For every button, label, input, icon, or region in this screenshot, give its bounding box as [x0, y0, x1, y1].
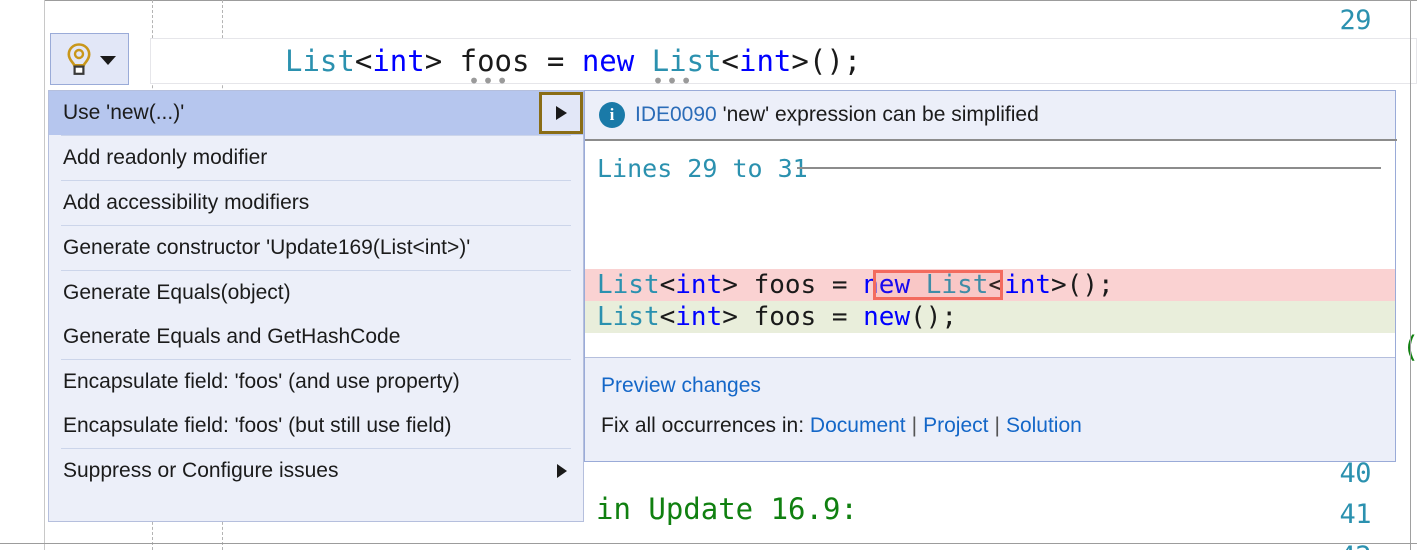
code-token-5: [634, 44, 651, 78]
suggestion-dots-foos[interactable]: •••: [468, 71, 510, 91]
diff-token-plain: <: [659, 302, 676, 332]
menu-item-2[interactable]: Add accessibility modifiers: [49, 181, 583, 225]
lightbulb-icon: [66, 43, 91, 75]
menu-item-label: Generate constructor 'Update169(List<int…: [63, 236, 471, 259]
gutter-divider: [44, 0, 45, 550]
diff-token-plain: ();: [910, 302, 958, 332]
chevron-right-icon: [557, 464, 567, 478]
preview-changes-link[interactable]: Preview changes: [601, 374, 761, 398]
info-icon: i: [599, 102, 625, 128]
diff-token-plain: =: [816, 302, 864, 332]
menu-item-label: Add readonly modifier: [63, 146, 268, 169]
preview-header: i IDE0090 'new' expression can be simpli…: [585, 91, 1395, 139]
diff-token-plain: foos: [753, 302, 817, 332]
diff-removed-text: List<int> foos = new List<int>();: [597, 269, 1114, 301]
menu-item-4[interactable]: Generate Equals(object): [49, 271, 583, 315]
diff-highlight-box: [873, 270, 1003, 300]
menu-item-7[interactable]: Encapsulate field: 'foos' (but still use…: [49, 404, 583, 448]
code-token-7: <: [721, 44, 740, 78]
diff-token-type: List: [597, 270, 660, 300]
menu-item-3[interactable]: Generate constructor 'Update169(List<int…: [49, 226, 583, 270]
chevron-down-icon: [99, 55, 116, 65]
diff-token-plain: >: [722, 270, 754, 300]
diff-token-plain: <: [659, 270, 676, 300]
menu-item-label: Use 'new(...)': [63, 101, 185, 124]
quick-actions-menu[interactable]: Use 'new(...)' Add readonly modifier Add a…: [48, 90, 584, 522]
lines-range-label: Lines 29 to 31: [597, 154, 808, 183]
code-token-9: >();: [791, 44, 862, 78]
menu-item-label: Encapsulate field: 'foos' (but still use…: [63, 414, 452, 437]
diagnostic-message: 'new' expression can be simplified: [722, 103, 1039, 126]
code-line-30[interactable]: List<int> foos = new List<int>();: [285, 44, 861, 78]
fix-all-scope-project[interactable]: Project: [923, 414, 988, 437]
lightbulb-button[interactable]: [50, 33, 129, 85]
editor-right-rule: [1410, 0, 1411, 550]
diagnostic-title: IDE0090 'new' expression can be simplifi…: [635, 103, 1039, 127]
diff-added-text: List<int> foos = new();: [597, 301, 957, 333]
fix-all-separator: |: [911, 414, 918, 437]
editor-top-rule: [0, 0, 1417, 1]
menu-item-6[interactable]: Encapsulate field: 'foos' (and use prope…: [49, 360, 583, 404]
chevron-right-icon: [555, 106, 567, 120]
line-number-41: 41: [1339, 499, 1371, 531]
code-token-2: int: [372, 44, 425, 78]
diff-token-plain: >();: [1051, 270, 1114, 300]
fix-all-scope-solution[interactable]: Solution: [1006, 414, 1082, 437]
line-number-29: 29: [1339, 5, 1371, 36]
code-comment-update-version: in Update 16.9:: [596, 492, 858, 526]
menu-item-8[interactable]: Suppress or Configure issues: [49, 449, 583, 493]
menu-item-5[interactable]: Generate Equals and GetHashCode: [49, 315, 583, 359]
line-number-gutter: [0, 0, 44, 550]
editor-bottom-rule: [0, 543, 1417, 544]
diff-token-plain: =: [816, 270, 864, 300]
quick-action-preview-panel: i IDE0090 'new' expression can be simpli…: [584, 90, 1397, 462]
fix-all-occurrences-row: Fix all occurrences in: Document | Project…: [601, 414, 1082, 438]
preview-footer: Preview changes Fix all occurrences in: …: [585, 358, 1395, 461]
diff-token-keyword: int: [1004, 270, 1052, 300]
suggestion-dots-list[interactable]: •••: [652, 71, 694, 91]
visual-studio-quick-actions-screenshot: 2930313233343536373839404142 List<int> f…: [0, 0, 1417, 550]
menu-item-label: Add accessibility modifiers: [63, 191, 310, 214]
diff-preview: Lines 29 to 31 List<int> foos = new List…: [585, 141, 1395, 357]
code-token-1: <: [354, 44, 373, 78]
lines-range-rule: [797, 167, 1381, 169]
code-token-0: List: [285, 44, 355, 78]
diagnostic-id: IDE0090: [635, 103, 717, 126]
diff-token-keyword: new: [863, 302, 911, 332]
code-token-4: new: [581, 44, 635, 78]
diff-removed-row: List<int> foos = new List<int>();: [585, 269, 1395, 301]
fix-all-separator: |: [994, 414, 1000, 437]
menu-item-0[interactable]: Use 'new(...)': [49, 91, 583, 135]
diff-token-keyword: int: [675, 270, 723, 300]
diff-token-type: List: [597, 302, 660, 332]
menu-item-label: Encapsulate field: 'foos' (and use prope…: [63, 370, 460, 393]
fix-all-label: Fix all occurrences in:: [601, 414, 805, 437]
submenu-expand-button[interactable]: [539, 92, 583, 134]
menu-item-1[interactable]: Add readonly modifier: [49, 136, 583, 180]
menu-item-label: Suppress or Configure issues: [63, 459, 339, 482]
menu-item-label: Generate Equals(object): [63, 281, 291, 304]
fix-all-scope-document[interactable]: Document: [810, 414, 906, 437]
code-token-8: int: [739, 44, 792, 78]
diff-token-plain: foos: [753, 270, 817, 300]
diff-added-row: List<int> foos = new();: [585, 301, 1395, 333]
menu-item-label: Generate Equals and GetHashCode: [63, 325, 401, 348]
diff-token-keyword: int: [675, 302, 723, 332]
diff-token-plain: >: [722, 302, 754, 332]
line-number-40: 40: [1339, 458, 1371, 490]
fix-all-scope-links[interactable]: Document | Project | Solution: [810, 414, 1082, 437]
